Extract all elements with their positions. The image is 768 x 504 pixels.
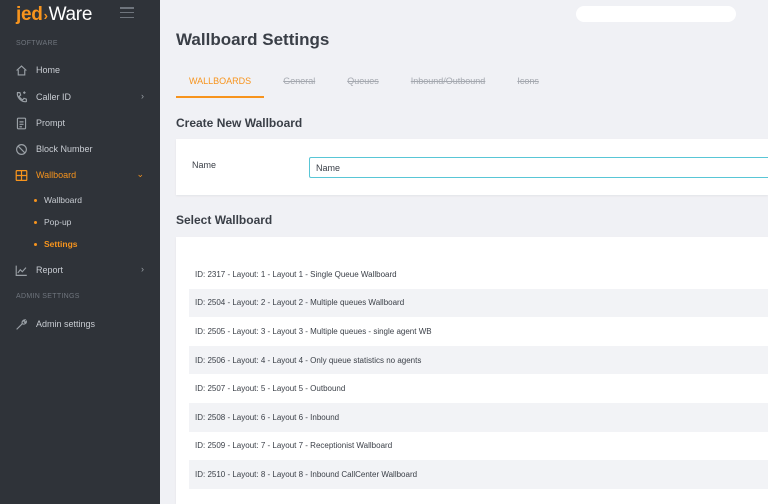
sidebar-item-block-number[interactable]: Block Number [0,138,160,160]
settings-tabs: WALLBOARDS General Queues Inbound/Outbou… [176,70,558,98]
wallboard-list-item[interactable]: ID: 2317 - Layout: 1 - Layout 1 - Single… [189,260,768,289]
name-input[interactable] [309,157,768,178]
brand-logo[interactable]: jed›Ware [16,4,92,26]
wallboard-icon [14,168,28,182]
sidebar-subitem-settings[interactable]: Settings [0,235,160,253]
sidebar-item-label: Admin settings [36,319,96,329]
create-wallboard-heading: Create New Wallboard [176,116,303,130]
page-title: Wallboard Settings [176,30,330,49]
brand-suffix: Ware [48,4,93,25]
wallboard-list-item[interactable]: ID: 2508 - Layout: 6 - Layout 6 - Inboun… [189,402,768,432]
tab-wallboards[interactable]: WALLBOARDS [176,70,265,98]
sidebar-subitem-label: Settings [44,239,78,249]
sidebar: jed›Ware SOFTWARE Home Caller ID › Promp… [0,0,160,504]
create-wallboard-card: Name [176,139,768,195]
wallboard-list: ID: 2317 - Layout: 1 - Layout 1 - Single… [189,260,768,489]
tab-queues[interactable]: Queues [334,70,392,98]
wallboard-list-item[interactable]: ID: 2506 - Layout: 4 - Layout 4 - Only q… [189,345,768,375]
chevron-right-icon: › [141,91,144,101]
select-wallboard-card: ID: 2317 - Layout: 1 - Layout 1 - Single… [176,237,768,504]
brand-prefix: jed [16,4,43,25]
sidebar-item-prompt[interactable]: Prompt [0,112,160,134]
name-label: Name [192,160,217,170]
brand-arrow: › [43,8,48,23]
sidebar-subitem-label: Pop-up [44,217,72,227]
wrench-icon [14,317,28,331]
select-wallboard-heading: Select Wallboard [176,213,273,227]
chevron-right-icon: › [141,264,144,274]
tab-icons[interactable]: Icons [504,70,552,98]
sidebar-item-label: Block Number [36,144,93,154]
wallboard-list-item[interactable]: ID: 2504 - Layout: 2 - Layout 2 - Multip… [189,288,768,318]
sidebar-item-label: Home [36,65,61,75]
wallboard-list-item[interactable]: ID: 2505 - Layout: 3 - Layout 3 - Multip… [189,317,768,346]
section-label-admin: ADMIN SETTINGS [16,293,80,300]
menu-toggle-icon[interactable] [120,7,134,18]
tab-inbound-outbound[interactable]: Inbound/Outbound [398,70,499,98]
section-label-software: SOFTWARE [16,40,58,47]
prompt-icon [14,116,28,130]
sidebar-item-label: Wallboard [36,170,77,180]
bullet-icon [34,242,37,246]
caller-id-icon [14,90,28,104]
sidebar-item-label: Report [36,265,64,275]
top-search-bar[interactable] [576,6,736,22]
sidebar-item-wallboard[interactable]: Wallboard ⌄ [0,164,160,186]
sidebar-subitem-popup[interactable]: Pop-up [0,213,160,231]
sidebar-item-home[interactable]: Home [0,59,160,81]
sidebar-subitem-wallboard[interactable]: Wallboard [0,191,160,209]
wallboard-list-item[interactable]: ID: 2510 - Layout: 8 - Layout 8 - Inboun… [189,460,768,489]
sidebar-item-caller-id[interactable]: Caller ID › [0,86,160,108]
block-icon [14,142,28,156]
bullet-icon [34,220,37,224]
sidebar-item-label: Prompt [36,118,66,128]
tab-general[interactable]: General [270,70,328,98]
home-icon [14,63,28,77]
sidebar-item-report[interactable]: Report › [0,259,160,281]
sidebar-subitem-label: Wallboard [44,195,82,205]
sidebar-item-label: Caller ID [36,92,72,102]
wallboard-list-item[interactable]: ID: 2507 - Layout: 5 - Layout 5 - Outbou… [189,374,768,403]
chevron-down-icon: ⌄ [136,169,144,179]
report-icon [14,263,28,277]
bullet-icon [34,198,37,202]
sidebar-item-admin-settings[interactable]: Admin settings [0,313,160,335]
wallboard-list-item[interactable]: ID: 2509 - Layout: 7 - Layout 7 - Recept… [189,432,768,461]
